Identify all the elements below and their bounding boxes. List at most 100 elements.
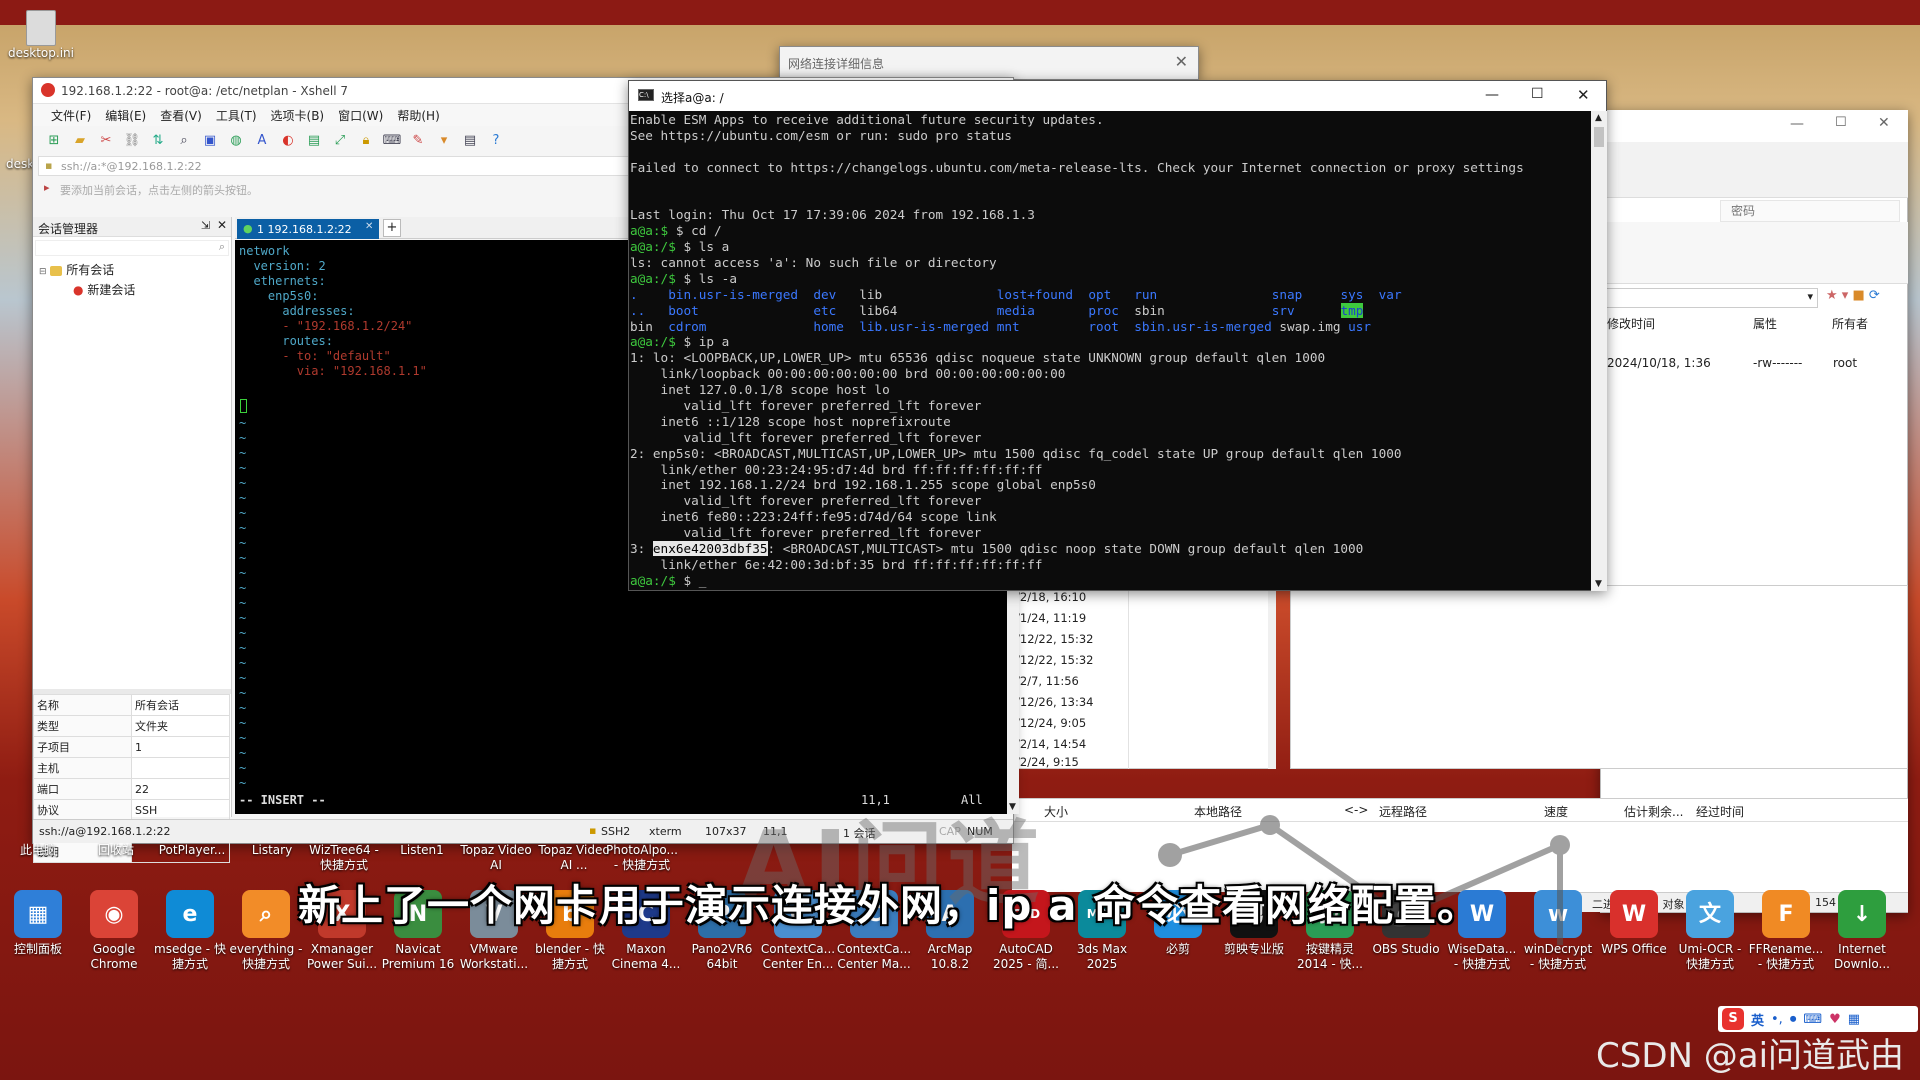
transfer-col-elapsed[interactable]: 经过时间 xyxy=(1696,803,1744,820)
scroll-up-icon[interactable]: ▲ xyxy=(1595,113,1602,123)
list-item[interactable]: /2/24, 9:15 xyxy=(1016,755,1286,769)
pin-icon[interactable]: ⇲ xyxy=(201,219,210,232)
minimize-icon[interactable]: — xyxy=(1485,87,1499,103)
xftp-password-field[interactable] xyxy=(1720,200,1900,222)
menu-view[interactable]: 查看(V) xyxy=(160,107,202,124)
list-item[interactable]: /12/22, 15:32 xyxy=(1016,650,1286,671)
desktop-ini-icon[interactable]: desktop.ini xyxy=(8,10,74,60)
list-item[interactable]: /12/24, 9:05 xyxy=(1016,713,1286,734)
desktop-icon[interactable]: Topaz Video AI xyxy=(458,843,534,873)
skin-icon[interactable]: ♥ xyxy=(1829,1012,1841,1027)
menu-edit[interactable]: 编辑(E) xyxy=(105,107,146,124)
help-icon[interactable]: ? xyxy=(485,130,507,150)
minimize-icon[interactable]: — xyxy=(1790,116,1804,132)
menu-help[interactable]: 帮助(H) xyxy=(397,107,439,124)
scrollbar[interactable]: ▲ ▼ xyxy=(1591,111,1607,591)
desktop-icon[interactable]: Topaz Video AI ... xyxy=(536,843,612,873)
desktop-icon[interactable]: 文 Umi-OCR - 快捷方式 xyxy=(1672,890,1748,972)
menu-window[interactable]: 窗口(W) xyxy=(338,107,383,124)
xftp-header-owner[interactable]: 所有者 xyxy=(1832,315,1868,332)
xftp-file-row[interactable]: 2024/10/18, 1:36 -rw------- root xyxy=(1600,356,1908,376)
network-details-window[interactable]: 网络连接详细信息 ✕ xyxy=(779,46,1199,80)
layout-icon[interactable]: ▣ xyxy=(199,130,221,150)
cmd-window[interactable]: C:\ 选择a@a: / — ☐ ✕ Enable ESM Apps to re… xyxy=(628,80,1607,591)
options-icon[interactable]: ▤ xyxy=(459,130,481,150)
xftp-header-attr[interactable]: 属性 xyxy=(1753,315,1777,332)
scroll-thumb[interactable] xyxy=(1594,127,1604,147)
xmanager-icon[interactable]: ▤ xyxy=(303,130,325,150)
property-row[interactable]: 端口 22 xyxy=(33,778,230,800)
desktop-icon[interactable]: e msedge - 快捷方式 xyxy=(152,890,228,972)
desktop-icon[interactable]: ▦ 控制面板 xyxy=(0,890,76,957)
add-tab-button[interactable]: + xyxy=(383,219,401,237)
desktop-icon[interactable]: Listen1 xyxy=(384,843,460,858)
tree-collapse-icon[interactable]: ⊟ xyxy=(39,267,47,277)
maximize-icon[interactable]: ☐ xyxy=(1531,86,1544,102)
desktop-icon[interactable]: PhotoAlpo... - 快捷方式 xyxy=(604,843,680,873)
property-row[interactable]: 子项目 1 xyxy=(33,736,230,758)
list-item[interactable]: /1/24, 11:19 xyxy=(1016,608,1286,629)
desktop-icon[interactable]: ⌕ everything - 快捷方式 xyxy=(228,890,304,972)
open-folder-icon[interactable]: ▰ xyxy=(69,130,91,150)
menu-tools[interactable]: 工具(T) xyxy=(216,107,257,124)
tree-child[interactable]: ● 新建会话 xyxy=(73,281,135,298)
transfer-icon[interactable]: ⇅ xyxy=(147,130,169,150)
desktop-icon[interactable]: Listary xyxy=(234,843,310,858)
desktop-icon[interactable]: ↓ Internet Downlo... xyxy=(1824,890,1900,972)
transfer-col-eta[interactable]: 估计剩余... xyxy=(1624,803,1683,820)
tab-close-icon[interactable]: ✕ xyxy=(365,221,373,232)
desktop-icon[interactable]: WizTree64 - 快捷方式 xyxy=(306,843,382,873)
xftp-nav-icons[interactable]: ★ ▾ ■ ⟳ xyxy=(1826,288,1906,308)
disconnect-icon[interactable]: ✂ xyxy=(95,130,117,150)
property-row[interactable]: 类型 文件夹 xyxy=(33,715,230,737)
mic-icon[interactable]: ⏺ xyxy=(1790,1012,1797,1027)
menu-tabs[interactable]: 选项卡(B) xyxy=(271,107,325,124)
list-item[interactable]: /12/22, 15:32 xyxy=(1016,629,1286,650)
tree-root[interactable]: ⊟ 所有会话 xyxy=(39,261,114,278)
property-row[interactable]: 主机 xyxy=(33,757,230,779)
tab-session[interactable]: ● 1 192.168.1.2:22 ✕ xyxy=(237,219,379,239)
search-icon[interactable]: ⌕ xyxy=(173,130,195,150)
keyboard-icon[interactable]: ⌨ xyxy=(1803,1012,1822,1027)
xftp-remote-path-combo[interactable]: ▾ xyxy=(1600,288,1818,308)
close-icon[interactable]: ✕ xyxy=(1878,115,1890,131)
close-icon[interactable]: ✕ xyxy=(1175,52,1188,71)
list-item[interactable]: /2/14, 14:54 xyxy=(1016,734,1286,755)
xshell-address-bar[interactable]: ▪ ssh://a:*@192.168.1.2:22 xyxy=(38,156,638,176)
desktop-icon[interactable]: PotPlayer... xyxy=(154,843,230,858)
desktop-icon[interactable]: F FFRename... - 快捷方式 xyxy=(1748,890,1824,972)
grid-icon[interactable]: ▦ xyxy=(1848,1012,1860,1027)
desktop-icon[interactable]: W WPS Office xyxy=(1596,890,1672,957)
new-session-icon[interactable]: ⊞ xyxy=(43,130,65,150)
lock-icon[interactable]: 🔒︎ xyxy=(355,130,377,150)
list-item[interactable]: /2/7, 11:56 xyxy=(1016,671,1286,692)
globe-icon[interactable]: ◍ xyxy=(225,130,247,150)
sogou-icon[interactable]: S xyxy=(1722,1008,1744,1030)
reconnect-icon[interactable]: ⛓ xyxy=(121,130,143,150)
maximize-icon[interactable]: ☐ xyxy=(1835,115,1847,130)
script-icon[interactable]: ✎ xyxy=(407,130,429,150)
list-item[interactable]: /12/26, 13:34 xyxy=(1016,692,1286,713)
cmd-output[interactable]: Enable ESM Apps to receive additional fu… xyxy=(630,112,1590,590)
menu-file[interactable]: 文件(F) xyxy=(51,107,91,124)
add-icon[interactable]: ▾ xyxy=(433,130,455,150)
font-icon[interactable]: A xyxy=(251,130,273,150)
scroll-down-icon[interactable]: ▼ xyxy=(1595,579,1602,589)
fullscreen-icon[interactable]: ⤢ xyxy=(329,130,351,150)
desktop-icon[interactable]: 此电脑 xyxy=(0,843,76,858)
keyboard-icon[interactable]: ⌨ xyxy=(381,130,403,150)
punct-icon[interactable]: •, xyxy=(1771,1012,1783,1027)
desktop-icon[interactable]: 回收站 xyxy=(78,843,154,858)
property-row[interactable]: 协议 SSH xyxy=(33,799,230,821)
xftp-remote-list[interactable] xyxy=(1290,585,1908,769)
close-icon[interactable]: ✕ xyxy=(1577,86,1590,104)
xftp-launch-icon[interactable]: ◐ xyxy=(277,130,299,150)
property-row[interactable]: 名称 所有会话 xyxy=(33,694,230,716)
session-search[interactable]: ⌕ xyxy=(35,240,229,256)
desktop-icon[interactable]: ◉ Google Chrome xyxy=(76,890,152,972)
ime-lang[interactable]: 英 xyxy=(1751,1010,1764,1029)
desktop-icon-label: Listen1 xyxy=(400,843,444,857)
close-icon[interactable]: ✕ xyxy=(217,218,227,232)
xftp-header-modified[interactable]: 修改时间 xyxy=(1607,315,1655,332)
arrow-icon[interactable]: ▸ xyxy=(44,181,50,194)
